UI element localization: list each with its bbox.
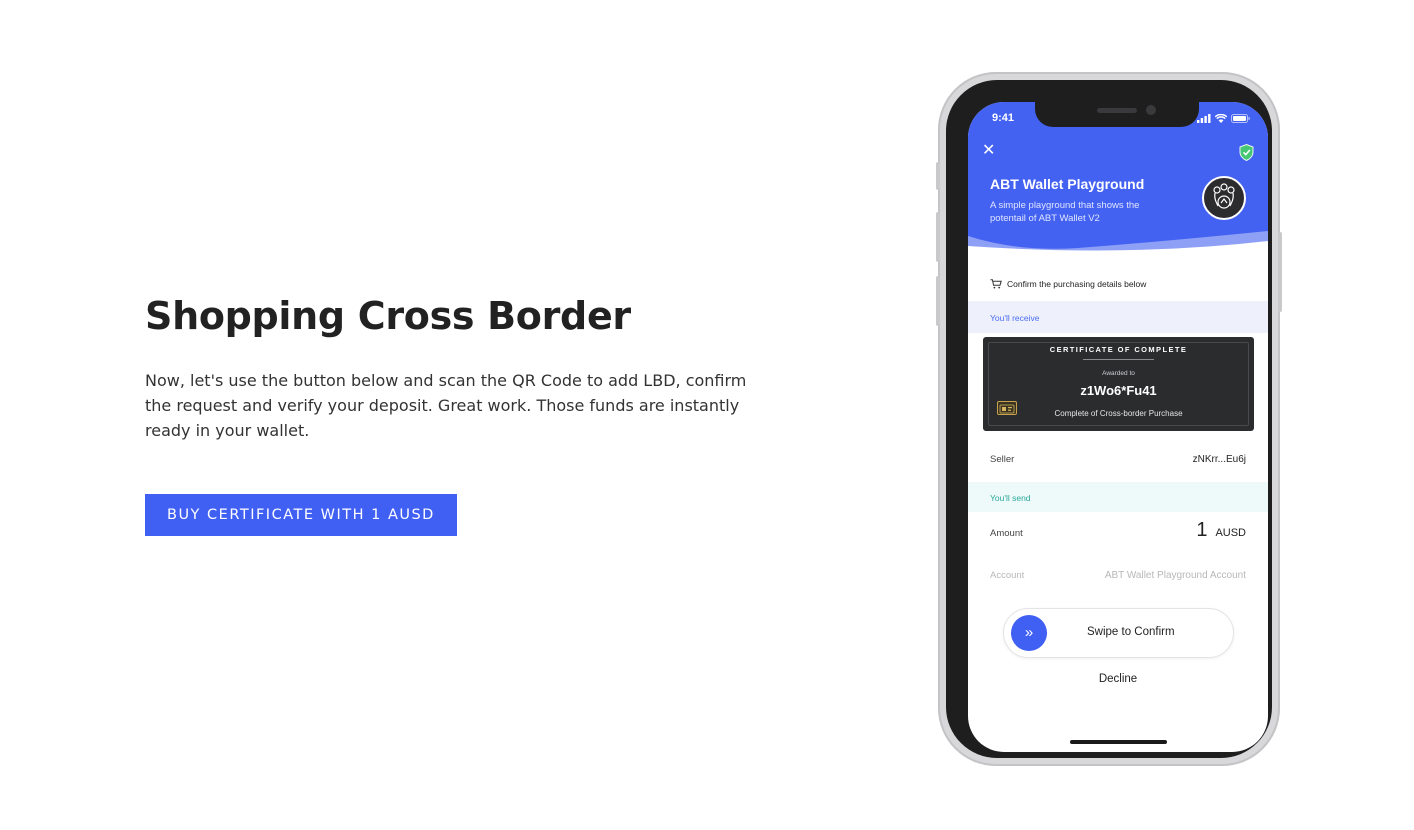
amount-value-group: 1 AUSD	[1196, 519, 1246, 542]
certificate-awarded-label: Awarded to	[1102, 370, 1135, 377]
amount-label: Amount	[990, 528, 1023, 539]
certificate-recipient: z1Wo6*Fu41	[1080, 383, 1157, 398]
certificate-title: CERTIFICATE OF COMPLETE	[1049, 345, 1188, 354]
shopping-cart-icon	[990, 279, 1002, 289]
phone-mockup: 9:41 ✕ ABT Wallet Playground A simple pl…	[936, 72, 1282, 766]
swipe-to-confirm-slider[interactable]: » Swipe to Confirm	[1003, 608, 1234, 658]
hero-section: Shopping Cross Border Now, let's use the…	[145, 292, 785, 536]
app-description: A simple playground that shows the poten…	[990, 200, 1140, 224]
seller-address: zNKrr...Eu6j	[1192, 454, 1246, 465]
confirm-instruction: Confirm the purchasing details below	[990, 279, 1146, 289]
confirm-text: Confirm the purchasing details below	[1007, 279, 1147, 289]
decline-button[interactable]: Decline	[968, 673, 1268, 685]
phone-volume-down	[936, 276, 940, 326]
page-title: Shopping Cross Border	[145, 294, 631, 338]
account-label: Account	[990, 570, 1025, 581]
signal-icon	[1197, 114, 1211, 123]
app-title: ABT Wallet Playground	[990, 176, 1145, 192]
seller-label: Seller	[990, 454, 1015, 465]
phone-power-button	[1278, 232, 1282, 312]
amount-value: 1	[1196, 519, 1208, 541]
receive-label: You'll receive	[990, 313, 1040, 323]
status-icons	[1197, 114, 1250, 123]
phone-volume-up	[936, 212, 940, 262]
amount-row: Amount 1 AUSD	[990, 519, 1246, 542]
status-time: 9:41	[992, 112, 1015, 124]
receive-section-header: You'll receive	[968, 301, 1268, 333]
send-section-header: You'll send	[968, 482, 1268, 512]
seller-row: Seller zNKrr...Eu6j	[990, 454, 1246, 465]
home-indicator	[1070, 740, 1167, 744]
speaker-grille	[1097, 108, 1137, 113]
account-row: Account ABT Wallet Playground Account	[990, 570, 1246, 581]
certificate-divider	[1083, 359, 1154, 360]
phone-bezel: 9:41 ✕ ABT Wallet Playground A simple pl…	[946, 80, 1272, 758]
front-camera	[1146, 105, 1156, 115]
close-icon[interactable]: ✕	[982, 143, 995, 159]
swipe-label: Swipe to Confirm	[1087, 626, 1175, 638]
account-value: ABT Wallet Playground Account	[1104, 570, 1246, 581]
shield-check-icon	[1239, 144, 1254, 161]
phone-mute-switch	[936, 162, 940, 190]
hero-description: Now, let's use the button below and scan…	[145, 371, 747, 440]
certificate-subtitle: Complete of Cross-border Purchase	[1054, 409, 1183, 418]
phone-notch	[1035, 102, 1199, 127]
app-logo	[1202, 176, 1246, 220]
swipe-handle-icon[interactable]: »	[1011, 615, 1047, 651]
send-label: You'll send	[990, 493, 1031, 503]
wifi-icon	[1215, 114, 1227, 123]
certificate-card: CERTIFICATE OF COMPLETE Awarded to z1Wo6…	[983, 337, 1254, 431]
bowling-pins-icon	[1213, 183, 1235, 209]
phone-screen: 9:41 ✕ ABT Wallet Playground A simple pl…	[968, 102, 1268, 752]
buy-certificate-button[interactable]: BUY CERTIFICATE WITH 1 AUSD	[145, 494, 457, 536]
amount-unit: AUSD	[1215, 527, 1246, 539]
battery-icon	[1231, 114, 1250, 123]
